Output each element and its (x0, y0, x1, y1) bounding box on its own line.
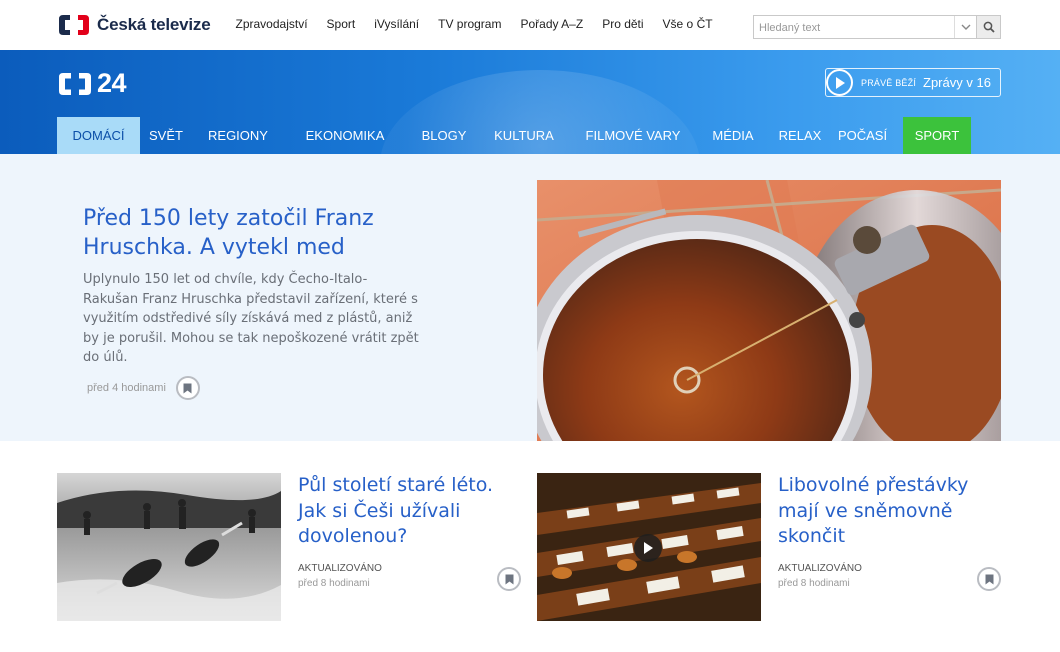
card-bookmark-button[interactable] (497, 567, 521, 591)
tab-svet[interactable]: SVĚT (140, 117, 192, 154)
ct-logo-text: Česká televize (97, 15, 211, 34)
card-bookmark-button[interactable] (977, 567, 1001, 591)
card-image-graphic (57, 473, 281, 621)
ct-logo[interactable]: Česká televize (57, 12, 211, 38)
tab-pocasi[interactable]: POČASÍ (834, 117, 891, 154)
card-title[interactable]: Půl století staré léto. Jak si Češi užív… (298, 473, 508, 550)
topnav-item-pro-deti[interactable]: Pro děti (593, 17, 653, 31)
ct24-logo-icon (59, 72, 91, 95)
ct24-logo[interactable]: 24 (57, 68, 127, 99)
tab-regiony[interactable]: REGIONY (192, 117, 284, 154)
hero-title[interactable]: Před 150 lety zatočil Franz Hruschka. A … (83, 204, 413, 262)
hero-time: před 4 hodinami (87, 382, 166, 394)
topnav-item-tv-program[interactable]: TV program (429, 17, 511, 31)
topnav-item-ivysilani[interactable]: iVysílání (365, 17, 429, 31)
top-bar: Česká televize Zpravodajství Sport iVysí… (0, 0, 1060, 50)
tab-relax[interactable]: RELAX (766, 117, 834, 154)
play-icon (826, 69, 853, 96)
card-time: před 8 hodinami (778, 578, 850, 589)
tab-media[interactable]: MÉDIA (700, 117, 766, 154)
bookmark-icon (985, 574, 993, 584)
tab-blogy[interactable]: BLOGY (406, 117, 482, 154)
topnav-item-sport[interactable]: Sport (317, 17, 365, 31)
category-navigation: DOMÁCÍ SVĚT REGIONY EKONOMIKA BLOGY KULT… (57, 117, 1001, 154)
magnifier-icon (983, 21, 995, 33)
search-input[interactable] (754, 17, 950, 39)
top-navigation: Zpravodajství Sport iVysílání TV program… (226, 17, 722, 31)
live-broadcast-button[interactable]: PRÁVĚ BĚŽÍ Zprávy v 16 (825, 68, 1001, 97)
tab-domaci[interactable]: DOMÁCÍ (57, 117, 140, 154)
hero-image-graphic (537, 180, 1001, 441)
ct24-header: 24 PRÁVĚ BĚŽÍ Zprávy v 16 DOMÁCÍ SVĚT RE… (0, 50, 1060, 154)
bookmark-icon (183, 383, 192, 393)
card-updated-label: AKTUALIZOVÁNO (778, 563, 862, 574)
hero-bookmark-button[interactable] (175, 376, 200, 400)
search-form (753, 15, 1001, 39)
hero-article: Před 150 lety zatočil Franz Hruschka. A … (0, 154, 1060, 441)
ct-logo-icon (59, 15, 89, 35)
play-icon[interactable] (634, 534, 662, 562)
bookmark-icon (505, 574, 513, 584)
tab-sport[interactable]: SPORT (903, 117, 971, 154)
search-button[interactable] (977, 15, 1001, 39)
tab-filmove-vary[interactable]: FILMOVÉ VARY (566, 117, 700, 154)
tab-ekonomika[interactable]: EKONOMIKA (284, 117, 406, 154)
tab-kultura[interactable]: KULTURA (482, 117, 566, 154)
live-label: PRÁVĚ BĚŽÍ (861, 77, 917, 88)
card-image-parliament-benches[interactable] (537, 473, 761, 621)
topnav-item-porady-a-z[interactable]: Pořady A–Z (511, 17, 593, 31)
hero-meta: před 4 hodinami (87, 376, 200, 400)
hero-perex: Uplynulo 150 let od chvíle, kdy Čecho-It… (83, 272, 419, 365)
topnav-item-vse-o-ct[interactable]: Vše o ČT (653, 17, 722, 31)
topnav-item-zpravodajstvi[interactable]: Zpravodajství (226, 17, 317, 31)
card-time: před 8 hodinami (298, 578, 370, 589)
ct24-logo-text: 24 (97, 68, 127, 98)
card-title[interactable]: Libovolné přestávky mají ve sněmovně sko… (778, 473, 988, 550)
chevron-down-icon[interactable] (954, 16, 976, 38)
card-updated-label: AKTUALIZOVÁNO (298, 563, 382, 574)
hero-image-honey-extractor[interactable] (537, 180, 1001, 441)
search-box (753, 15, 977, 39)
live-program-title: Zprávy v 16 (923, 75, 991, 90)
card-image-beach-swimmers[interactable] (57, 473, 281, 621)
